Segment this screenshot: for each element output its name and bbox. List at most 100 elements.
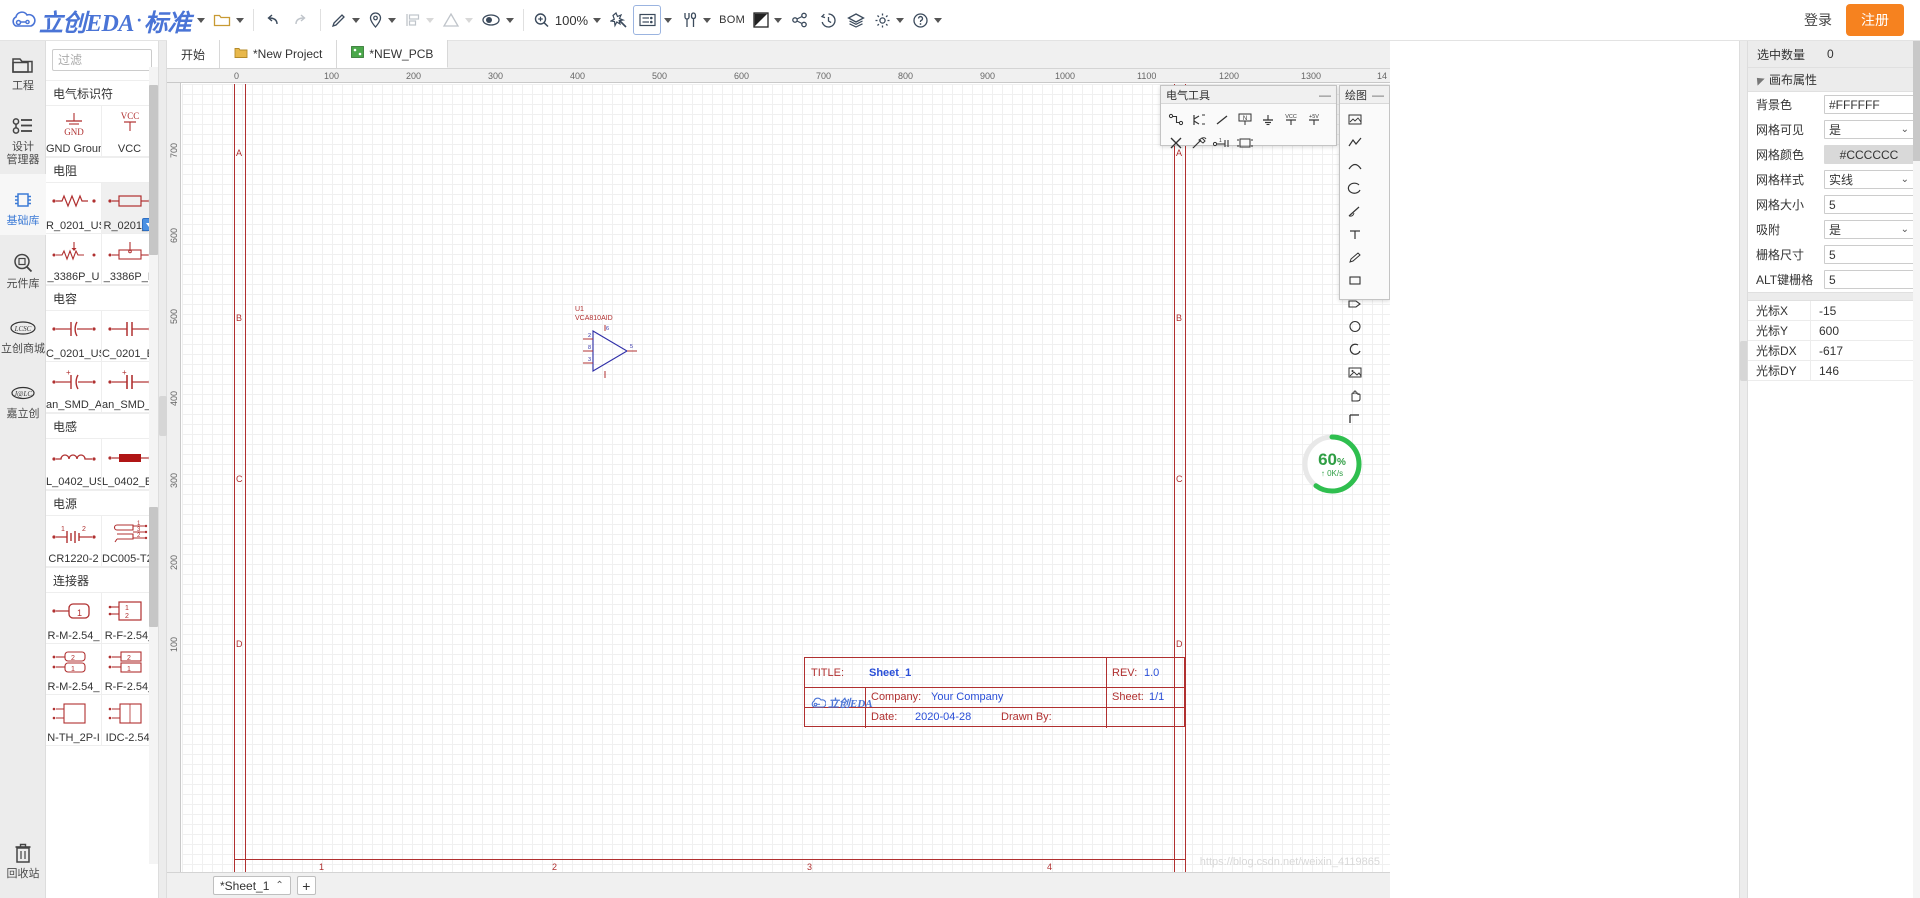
drawing-tools-palette[interactable]: 绘图 — bbox=[1339, 85, 1390, 423]
share-button[interactable] bbox=[786, 5, 814, 35]
chevron-down-icon[interactable] bbox=[664, 17, 673, 23]
tab-new-pcb[interactable]: *NEW_PCB bbox=[337, 40, 449, 68]
library-item-idc-2p[interactable]: N-TH_2P-I bbox=[46, 695, 102, 745]
image-tool-button[interactable] bbox=[1343, 108, 1366, 131]
library-item-battery[interactable]: 12 CR1220-2 bbox=[46, 516, 102, 566]
library-item-header-1p[interactable]: 1 R-M-2.54_ bbox=[46, 593, 102, 643]
horizontal-ruler[interactable]: 0 100 200 300 400 500 600 700 800 900 10… bbox=[167, 69, 1390, 83]
right-panel-splitter[interactable] bbox=[1739, 41, 1748, 898]
redo-button[interactable] bbox=[287, 5, 315, 35]
background-color-input[interactable]: #FFFFFF bbox=[1824, 95, 1914, 114]
theme-button[interactable] bbox=[749, 5, 786, 35]
chevron-down-icon[interactable] bbox=[774, 17, 783, 23]
bus-entry-button[interactable] bbox=[1210, 108, 1233, 131]
library-item-inductor-us[interactable]: L_0402_US bbox=[46, 439, 102, 489]
sidebar-item-basic-library[interactable]: 基础库 bbox=[0, 174, 46, 235]
add-sheet-button[interactable]: + bbox=[296, 876, 316, 895]
plus5v-flag-button[interactable]: +5V bbox=[1302, 108, 1325, 131]
hand-tool-button[interactable] bbox=[1343, 384, 1366, 407]
chevron-down-icon[interactable] bbox=[505, 17, 514, 23]
app-logo[interactable]: 立创EDA · 标准 bbox=[10, 3, 205, 38]
sidebar-item-lcsc-mall[interactable]: LCSC 立创商城 bbox=[0, 298, 46, 363]
library-scrollbar-thumb-2[interactable] bbox=[149, 507, 158, 627]
measure-button[interactable] bbox=[438, 5, 477, 35]
schematic-canvas[interactable]: 0 100 200 300 400 500 600 700 800 900 10… bbox=[167, 69, 1390, 898]
canvas-properties-section-header[interactable]: 画布属性 bbox=[1748, 67, 1920, 92]
library-scrollbar[interactable] bbox=[149, 67, 158, 864]
sidebar-item-component-library[interactable]: 元件库 bbox=[0, 235, 46, 298]
sidebar-item-project[interactable]: 工程 bbox=[0, 41, 46, 100]
place-marker-button[interactable] bbox=[364, 5, 400, 35]
arc2-tool-button[interactable] bbox=[1343, 338, 1366, 361]
no-connect-button[interactable] bbox=[1164, 131, 1187, 154]
sheet-title-block[interactable]: TITLE: Sheet_1 REV: 1.0 Company: Your Co… bbox=[804, 657, 1186, 728]
bom-button[interactable]: BOM bbox=[715, 5, 749, 35]
tab-start[interactable]: 开始 bbox=[167, 40, 221, 68]
history-button[interactable] bbox=[814, 5, 842, 35]
filter-input[interactable] bbox=[52, 49, 152, 71]
rectangle-tool-button[interactable] bbox=[1343, 269, 1366, 292]
arc-tool-button[interactable] bbox=[1343, 154, 1366, 177]
chevron-up-icon[interactable]: ⌃ bbox=[275, 880, 283, 891]
panel-splitter[interactable] bbox=[159, 41, 167, 898]
chevron-down-icon[interactable] bbox=[387, 17, 396, 23]
vcc-flag-button[interactable]: VCC bbox=[1279, 108, 1302, 131]
tab-new-project[interactable]: *New Project bbox=[220, 40, 338, 68]
sheet-symbol-button[interactable] bbox=[1233, 131, 1256, 154]
polyline-tool-button[interactable] bbox=[1343, 131, 1366, 154]
right-panel-scrollbar[interactable] bbox=[1913, 41, 1920, 898]
chevron-down-icon[interactable] bbox=[464, 17, 473, 23]
picture-tool-button[interactable] bbox=[1343, 361, 1366, 384]
snap-size-input[interactable]: 5 bbox=[1824, 245, 1914, 264]
palette-header[interactable]: 绘图 — bbox=[1340, 86, 1389, 104]
chevron-down-icon[interactable] bbox=[235, 17, 244, 23]
layers-button[interactable] bbox=[842, 5, 870, 35]
library-item-resistor-us[interactable]: R_0201_US bbox=[46, 183, 102, 233]
open-file-button[interactable] bbox=[209, 5, 248, 35]
library-item-cap-polar-us[interactable]: + an_SMD_A bbox=[46, 362, 102, 412]
wire-tool-button[interactable] bbox=[1164, 108, 1187, 131]
library-scrollbar-thumb[interactable] bbox=[149, 85, 158, 255]
right-panel-scrollbar-thumb[interactable] bbox=[1913, 41, 1920, 161]
circle-tool-button[interactable] bbox=[1343, 177, 1366, 200]
magic-wand-button[interactable] bbox=[605, 5, 633, 35]
minimize-icon[interactable]: — bbox=[1372, 89, 1384, 101]
align-button[interactable] bbox=[400, 5, 438, 35]
snap-select[interactable]: 是 ⌄ bbox=[1824, 220, 1914, 239]
polygon-tool-button[interactable] bbox=[1343, 292, 1366, 315]
electrical-tools-palette[interactable]: 电气工具 — N VCC +5V 1 bbox=[1160, 85, 1337, 148]
text-tool-button[interactable] bbox=[1343, 223, 1366, 246]
bezier-tool-button[interactable] bbox=[1343, 200, 1366, 223]
help-button[interactable] bbox=[908, 5, 946, 35]
pin-tool-button[interactable]: 1 bbox=[1210, 131, 1233, 154]
library-item-pot-us[interactable]: _3386P_U bbox=[46, 234, 102, 284]
grid-style-select[interactable]: 实线 ⌄ bbox=[1824, 170, 1914, 189]
visibility-button[interactable] bbox=[477, 5, 518, 35]
sidebar-item-jlc[interactable]: J@LC 嘉立创 bbox=[0, 363, 46, 428]
grid-color-input[interactable]: #CCCCCC bbox=[1824, 145, 1914, 164]
chevron-down-icon[interactable] bbox=[351, 17, 360, 23]
pencil-tool-button[interactable] bbox=[326, 5, 364, 35]
properties-list-button[interactable] bbox=[633, 5, 662, 35]
alt-grid-input[interactable]: 5 bbox=[1824, 270, 1914, 289]
circle-shape-button[interactable] bbox=[1343, 315, 1366, 338]
sidebar-item-design-manager[interactable]: 设计 管理器 bbox=[0, 100, 46, 174]
settings-button[interactable] bbox=[870, 5, 908, 35]
chevron-down-icon[interactable] bbox=[896, 17, 905, 23]
chevron-down-icon[interactable] bbox=[703, 17, 712, 23]
library-item-cap-us[interactable]: C_0201_US bbox=[46, 311, 102, 361]
chevron-down-icon[interactable] bbox=[593, 17, 602, 23]
sidebar-item-recycle-bin[interactable]: 回收站 bbox=[0, 832, 46, 888]
net-label-button[interactable]: N bbox=[1233, 108, 1256, 131]
minimize-icon[interactable]: — bbox=[1319, 89, 1331, 101]
netport-button[interactable] bbox=[1187, 131, 1210, 154]
bus-tool-button[interactable] bbox=[1187, 108, 1210, 131]
ground-tool-button[interactable] bbox=[1256, 108, 1279, 131]
grid-visible-select[interactable]: 是 ⌄ bbox=[1824, 120, 1914, 139]
pen-tool-button[interactable] bbox=[1343, 246, 1366, 269]
library-item-gnd[interactable]: GND GND Ground bbox=[46, 106, 102, 156]
grid-size-input[interactable]: 5 bbox=[1824, 195, 1914, 214]
corner-tool-button[interactable] bbox=[1343, 407, 1366, 430]
tools-button[interactable] bbox=[678, 5, 715, 35]
zoom-button[interactable]: 100% bbox=[529, 5, 605, 35]
